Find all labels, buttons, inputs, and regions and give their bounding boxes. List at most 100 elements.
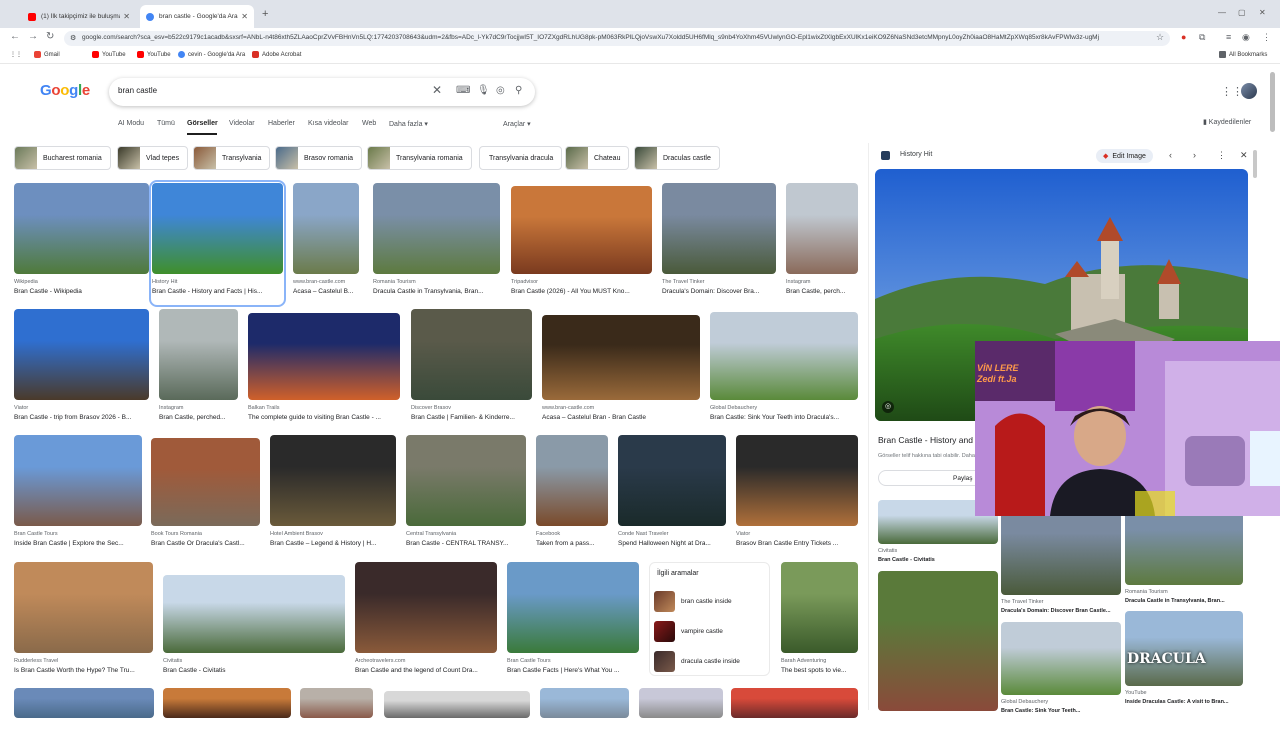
similar-thumbnail[interactable]: DRACULA <box>1125 611 1243 686</box>
similar-title[interactable]: Bran Castle: Sink Your Teeth... <box>1001 708 1121 714</box>
related-search-item[interactable]: vampire castle <box>654 620 766 642</box>
google-logo[interactable]: Google <box>40 82 90 99</box>
extensions-icon[interactable]: ⧉ <box>1199 32 1205 43</box>
more-options-icon[interactable]: ⋮ <box>1217 150 1226 161</box>
browser-tab-youtube[interactable]: (1) İlk takipçimiz ile buluşma anı ✕ <box>22 5 136 28</box>
similar-image-card[interactable]: The Travel Tinker Dracula's Domain: Disco… <box>1001 500 1121 617</box>
result-thumbnail[interactable] <box>384 691 530 718</box>
result-title[interactable]: Spend Halloween Night at Dra... <box>618 540 726 547</box>
close-window-icon[interactable]: ✕ <box>1259 8 1266 17</box>
result-title[interactable]: The complete guide to visiting Bran Cast… <box>248 414 400 421</box>
back-icon[interactable]: ← <box>10 31 20 42</box>
image-result-card[interactable]: Civitatis Bran Castle - Civitatis <box>163 575 345 683</box>
image-result-card[interactable] <box>14 688 154 748</box>
minimize-icon[interactable]: — <box>1218 8 1226 17</box>
related-search-item[interactable]: dracula castle inside <box>654 650 766 672</box>
result-thumbnail[interactable] <box>14 688 154 718</box>
address-bar[interactable]: ⚙ google.com/search?sca_esv=b522c9179c1a… <box>64 31 1170 46</box>
image-result-card[interactable]: Book Tours Romania Bran Castle Or Dracula… <box>151 438 260 556</box>
tab-images[interactable]: Görseller <box>187 120 218 127</box>
bookmark-adobe[interactable]: Adobe Acrobat <box>252 51 301 58</box>
result-thumbnail[interactable] <box>293 183 359 274</box>
image-result-card[interactable]: Bran Castle Tours Bran Castle Facts | Her… <box>507 562 639 683</box>
result-thumbnail[interactable] <box>411 309 532 400</box>
result-title[interactable]: Inside Bran Castle | Explore the Sec... <box>14 540 142 547</box>
apps-grid-icon[interactable]: ⋮⋮ <box>10 51 22 58</box>
result-thumbnail[interactable] <box>14 183 149 274</box>
tab-news[interactable]: Haberler <box>268 120 295 127</box>
result-thumbnail[interactable] <box>373 183 500 274</box>
chip-transylvania-dracula[interactable]: Transylvania dracula <box>479 146 563 170</box>
result-title[interactable]: Bran Castle | Familien- & Kinderre... <box>411 414 532 421</box>
all-bookmarks[interactable]: All Bookmarks <box>1219 51 1267 58</box>
result-title[interactable]: Dracula Castle in Transylvania, Bran... <box>373 288 500 295</box>
similar-thumbnail[interactable] <box>878 571 998 711</box>
image-result-card[interactable]: www.bran-castle.com Acasa – Castelul B... <box>293 183 359 304</box>
result-thumbnail[interactable] <box>163 688 291 718</box>
previous-icon[interactable]: ‹ <box>1169 150 1172 160</box>
edit-image-button[interactable]: ◆ Edit Image <box>1096 149 1153 163</box>
browser-tab-google[interactable]: bran castle - Google'da Ara ✕ <box>140 5 254 28</box>
similar-title[interactable]: Inside Draculas Castle: A visit to Bran.… <box>1125 699 1243 705</box>
close-tab-icon[interactable]: ✕ <box>123 12 130 21</box>
chip-draculas-castle[interactable]: Draculas castle <box>634 146 720 170</box>
image-result-card[interactable]: Wikipedia Bran Castle - Wikipedia <box>14 183 149 304</box>
result-title[interactable]: Taken from a pass... <box>536 540 608 547</box>
image-result-card[interactable] <box>540 688 629 748</box>
chip-chateau[interactable]: Chateau <box>565 146 630 170</box>
result-title[interactable]: Acasa – Castelul Bran - Bran Castle <box>542 414 700 421</box>
result-thumbnail[interactable] <box>507 562 639 653</box>
result-title[interactable]: Bran Castle: Sink Your Teeth into Dracul… <box>710 414 858 421</box>
image-result-card[interactable]: Tripadvisor Bran Castle (2026) - All You … <box>511 186 652 304</box>
reload-icon[interactable]: ↻ <box>46 31 54 42</box>
image-result-card[interactable]: Global Debauchery Bran Castle: Sink Your … <box>710 312 858 430</box>
result-thumbnail[interactable] <box>662 183 776 274</box>
lens-search-icon[interactable]: ◎ <box>882 401 894 413</box>
clear-search-icon[interactable]: ✕ <box>432 83 442 97</box>
result-thumbnail[interactable] <box>710 312 858 400</box>
result-title[interactable]: Bran Castle – Legend & History | H... <box>270 540 396 547</box>
result-thumbnail[interactable] <box>270 435 396 526</box>
similar-title[interactable]: Dracula's Domain: Discover Bran Castle..… <box>1001 608 1121 614</box>
result-thumbnail[interactable] <box>618 435 726 526</box>
tab-all[interactable]: Tümü <box>157 120 175 127</box>
tab-videos[interactable]: Videolar <box>229 120 255 127</box>
result-thumbnail[interactable] <box>151 438 260 526</box>
image-result-card[interactable]: Bran Castle Tours Inside Bran Castle | Ex… <box>14 435 142 556</box>
result-title[interactable]: Bran Castle (2026) - All You MUST Kno... <box>511 288 652 295</box>
result-thumbnail[interactable] <box>163 575 345 653</box>
panel-scrollbar[interactable] <box>1253 150 1257 178</box>
forward-icon[interactable]: → <box>28 31 38 42</box>
result-thumbnail[interactable] <box>786 183 858 274</box>
avatar[interactable] <box>1241 83 1257 99</box>
image-result-card[interactable] <box>639 688 723 748</box>
similar-title[interactable]: Dracula Castle in Transylvania, Bran... <box>1125 598 1243 604</box>
image-result-card[interactable] <box>300 688 373 748</box>
site-info-icon[interactable]: ⚙ <box>70 34 76 42</box>
panel-source[interactable]: History Hit <box>900 151 932 158</box>
image-result-card[interactable]: Viator Brasov Bran Castle Entry Tickets .… <box>736 435 858 556</box>
result-thumbnail[interactable] <box>639 688 723 718</box>
result-title[interactable]: Bran Castle, perched... <box>159 414 238 421</box>
tools-button[interactable]: Araçlar ▾ <box>503 120 531 128</box>
result-title[interactable]: Bran Castle - Civitatis <box>163 667 345 674</box>
result-thumbnail[interactable] <box>511 186 652 274</box>
result-title[interactable]: Is Bran Castle Worth the Hype? The Tru..… <box>14 667 153 674</box>
image-result-card[interactable]: Discover Brasov Bran Castle | Familien- &… <box>411 309 532 430</box>
close-panel-icon[interactable]: ✕ <box>1240 150 1248 161</box>
tab-ai-mode[interactable]: AI Modu <box>118 120 144 127</box>
panel-title[interactable]: Bran Castle - History and Facts | Histor… <box>878 435 978 445</box>
chip-vlad-tepes[interactable]: Vlad tepes <box>117 146 189 170</box>
related-search-item[interactable]: bran castle inside <box>654 590 766 612</box>
result-thumbnail[interactable] <box>248 313 400 400</box>
bookmark-youtube-2[interactable]: YouTube <box>137 51 171 58</box>
result-title[interactable]: The best spots to vie... <box>781 667 858 674</box>
result-thumbnail[interactable] <box>300 688 373 718</box>
result-thumbnail[interactable] <box>536 435 608 526</box>
image-result-card[interactable]: Central Transylvania Bran Castle - CENTRA… <box>406 435 526 556</box>
result-title[interactable]: Bran Castle Or Dracula's Castl... <box>151 540 260 547</box>
image-result-card[interactable]: Hotel Ambient Brasov Bran Castle – Legend… <box>270 435 396 556</box>
image-result-card[interactable]: Viator Bran Castle - trip from Brasov 202… <box>14 309 149 430</box>
result-thumbnail[interactable] <box>540 688 629 718</box>
result-thumbnail[interactable] <box>159 309 238 400</box>
